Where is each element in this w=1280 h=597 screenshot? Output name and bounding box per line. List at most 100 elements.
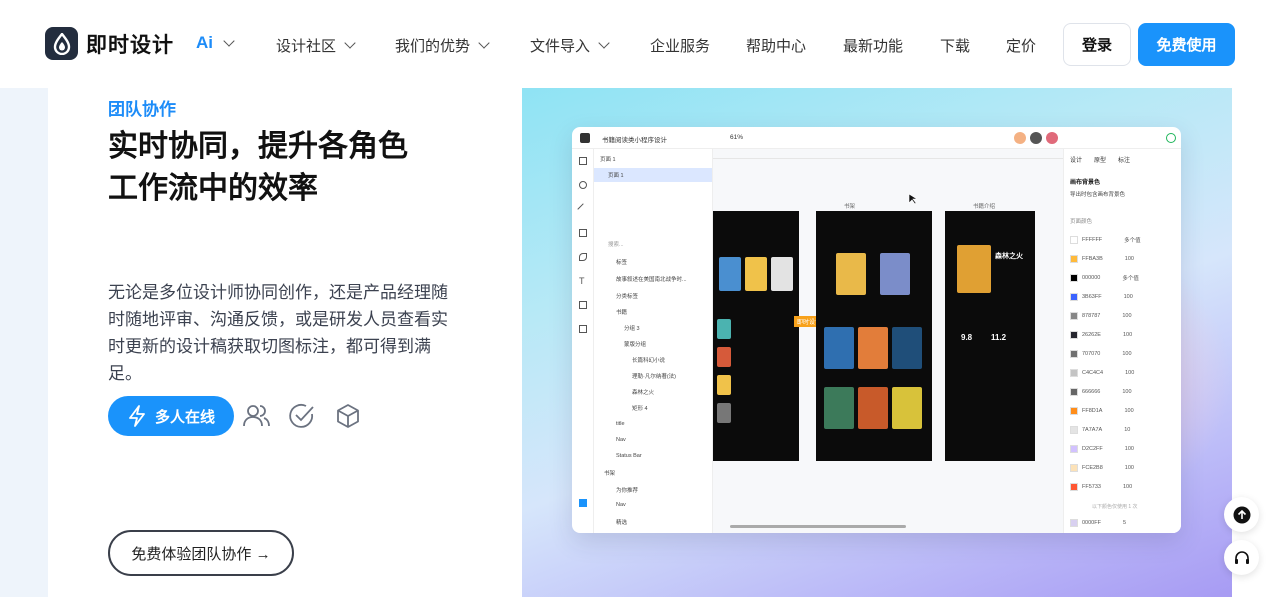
color-row: D2C2FF 100 [1070, 443, 1134, 455]
book-cover [892, 387, 922, 429]
color-row: FF8D1A 100 [1070, 405, 1134, 417]
brand-logo[interactable]: 即时设计 [45, 27, 174, 60]
nav-item-download[interactable]: 下载 [940, 35, 970, 56]
layer-item: title [616, 421, 625, 427]
color-row: FCE2B8 100 [1070, 462, 1134, 474]
color-value: D2C2FF [1082, 446, 1103, 452]
nav-item-new-features[interactable]: 最新功能 [843, 35, 903, 56]
book-cover [717, 319, 731, 339]
layer-item: 精选 [616, 520, 628, 526]
color-swatch [1070, 312, 1078, 320]
color-row: 3B63FF 100 [1070, 291, 1133, 303]
panel-section-title: 画布背景色 [1070, 180, 1101, 186]
color-value: C4C4C4 [1082, 370, 1104, 376]
feature-tab-multiuser[interactable]: 多人在线 [108, 396, 234, 436]
color-value: 多个值 [1122, 276, 1139, 282]
users-icon[interactable] [242, 402, 270, 430]
color-swatch [1070, 464, 1078, 472]
phone-frame [713, 211, 799, 461]
ellipse-tool-icon [579, 181, 587, 189]
color-value: FF5733 [1082, 484, 1101, 490]
color-value: 26262E [1082, 332, 1101, 338]
try-collaboration-button[interactable]: 免费体验团队协作 → [108, 530, 294, 576]
nav-item-enterprise[interactable]: 企业服务 [650, 35, 710, 56]
layer-item: Nav [616, 437, 626, 443]
free-use-button[interactable]: 免费使用 [1138, 23, 1235, 66]
scroll-top-button[interactable] [1224, 497, 1259, 532]
color-value: 666666 [1082, 389, 1101, 395]
book-cover [771, 257, 793, 291]
book-cover [957, 245, 991, 293]
layer-item: 书架 [604, 471, 616, 477]
lightning-icon [129, 405, 145, 427]
file-title: 书籍阅读类小程序设计 [602, 137, 667, 144]
arrow-up-icon [1233, 506, 1250, 523]
color-row: C4C4C4 100 [1070, 367, 1134, 379]
ai-label: Ai [196, 33, 213, 52]
layer-item: 书籍 [616, 310, 628, 316]
color-value: 100 [1123, 294, 1133, 300]
color-row: FFBA3B 100 [1070, 253, 1134, 265]
color-swatch [1070, 236, 1078, 244]
color-row: 000000 多个值 [1070, 272, 1139, 284]
ai-menu[interactable]: Ai [196, 33, 235, 53]
chevron-down-icon [598, 37, 610, 49]
color-row: FFFFFF 多个值 [1070, 234, 1141, 246]
nav-item-label: 企业服务 [650, 38, 711, 55]
color-value: FFFFFF [1082, 237, 1103, 243]
color-value: FFBA3B [1082, 256, 1103, 262]
cube-icon[interactable] [334, 402, 362, 430]
support-button[interactable] [1224, 540, 1259, 575]
top-nav: 即时设计 Ai 设计社区 我们的优势 文件导入 企业服务 帮助中心 最新功能 下… [0, 0, 1280, 88]
nav-item-advantages[interactable]: 我们的优势 [395, 35, 490, 56]
chevron-down-icon [223, 34, 235, 47]
nav-item-label: 我们的优势 [395, 38, 471, 55]
color-value: 100 [1124, 408, 1134, 414]
color-value: 000000 [1082, 275, 1101, 281]
color-swatch [1070, 369, 1078, 377]
nav-item-import[interactable]: 文件导入 [530, 35, 610, 56]
color-value: 多个值 [1124, 238, 1141, 244]
color-value: 707070 [1082, 351, 1101, 357]
color-swatch [1070, 426, 1078, 434]
pen-tool-icon [579, 253, 587, 261]
nav-item-label: 设计社区 [276, 38, 337, 55]
layer-item: 为你推荐 [616, 488, 639, 494]
panel-tab-design: 设计 [1070, 158, 1083, 164]
layer-search: 搜索... [608, 242, 624, 248]
headset-icon [1234, 550, 1249, 564]
nav-item-help[interactable]: 帮助中心 [746, 35, 806, 56]
nav-item-label: 定价 [1006, 38, 1037, 55]
color-row: 26262E 100 [1070, 329, 1132, 341]
design-canvas: 书架 书籍介绍 即时设计-Fio 森林之火 9.8 11.2 [713, 149, 1063, 533]
status-check-icon [1166, 133, 1176, 143]
nav-item-label: 最新功能 [843, 38, 904, 55]
slice-tool-icon [579, 325, 587, 333]
layer-item: Status Bar [616, 453, 642, 459]
ruler [713, 149, 1063, 159]
color-value: 3B63FF [1082, 294, 1102, 300]
layers-panel: 页面 1 页面 1 搜索... 标签 故事叙述在美国南北战争时... 分类标签 … [594, 149, 713, 533]
color-value: 0000FF [1082, 520, 1101, 526]
nav-item-label: 帮助中心 [746, 38, 807, 55]
nav-item-community[interactable]: 设计社区 [276, 35, 356, 56]
nav-item-pricing[interactable]: 定价 [1006, 35, 1036, 56]
panel-tab-annotate: 标注 [1118, 158, 1131, 164]
color-value: 10 [1124, 427, 1131, 433]
avatar [1014, 132, 1026, 144]
book-cover [858, 327, 888, 369]
color-swatch [1070, 445, 1078, 453]
color-value: 100 [1122, 351, 1132, 357]
login-button[interactable]: 登录 [1063, 23, 1131, 66]
book-cover [836, 253, 866, 295]
layer-item: 标签 [616, 260, 628, 266]
canvas-scrollbar [730, 525, 906, 528]
layer-item: 矩形 4 [632, 406, 648, 412]
check-circle-icon[interactable] [288, 402, 316, 430]
layer-item: 森林之火 [632, 390, 655, 396]
color-swatch [1070, 293, 1078, 301]
book-cover [858, 387, 888, 429]
color-swatch [1070, 350, 1078, 358]
brand-name: 即时设计 [86, 33, 174, 57]
mouse-cursor-icon [908, 193, 918, 205]
